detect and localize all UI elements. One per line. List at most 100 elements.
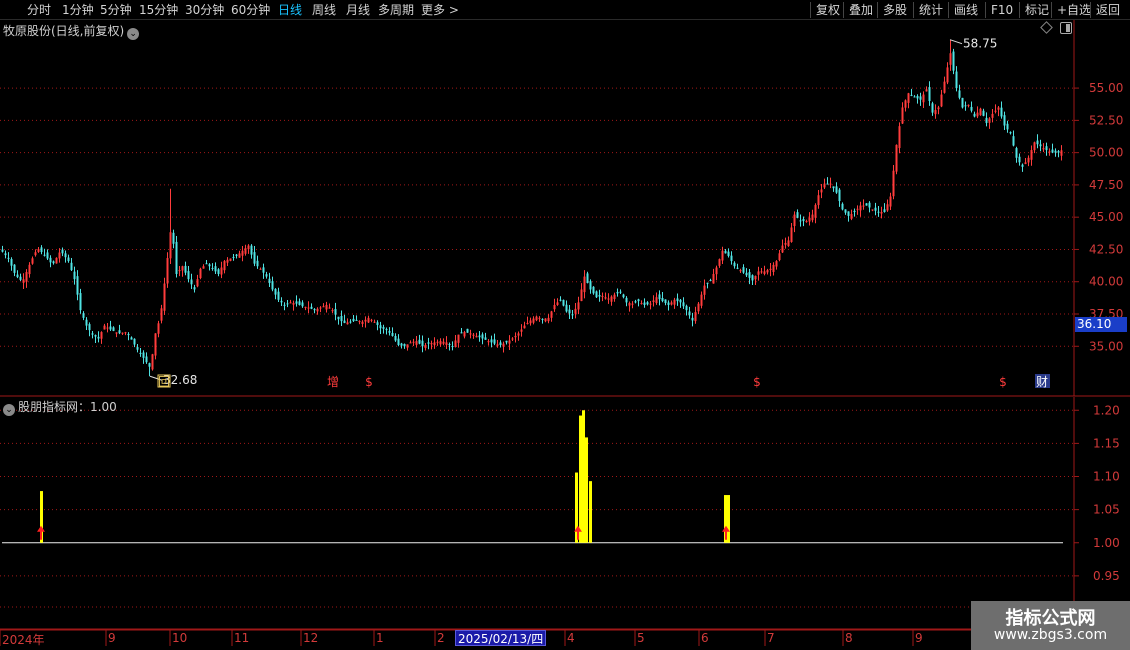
candle-body (325, 304, 328, 310)
period-tab-2[interactable]: 5分钟 (100, 2, 132, 18)
y-tick-label: 1.00 (1093, 536, 1120, 550)
indicator-chart[interactable]: 1.20 1.15 1.10 1.05 1.00 0.95 (0, 397, 1130, 630)
candlestick-chart[interactable]: 55.0052.5050.0047.5045.0042.5040.0037.50… (0, 20, 1130, 397)
toolbar-button-4[interactable]: 画线 (954, 2, 978, 18)
candle-body (757, 271, 760, 275)
candle-body (466, 328, 469, 333)
period-tab-5[interactable]: 60分钟 (231, 2, 270, 18)
signal-bar (582, 410, 585, 543)
candle-body (220, 267, 223, 275)
y-tick-label: 55.00 (1089, 81, 1123, 95)
candle-body (661, 298, 664, 302)
candle-body (520, 329, 523, 332)
candle-body (655, 297, 658, 304)
candle-body (103, 325, 106, 330)
candle-body (592, 286, 595, 294)
period-tab-7[interactable]: 周线 (312, 2, 336, 18)
candle-body (475, 335, 478, 338)
candle-body (943, 81, 946, 93)
period-tab-10[interactable]: 更多 > (421, 2, 459, 18)
candle-body (364, 319, 367, 322)
candle-body (211, 267, 214, 269)
candle-body (856, 208, 859, 210)
candle-body (607, 298, 610, 300)
candle-body (994, 110, 997, 112)
candle-body (160, 308, 163, 321)
candle-body (775, 261, 778, 267)
candle-body (310, 306, 313, 309)
toolbar-button-5[interactable]: F10 (991, 2, 1013, 18)
candle-body (598, 294, 601, 297)
candle-body (955, 71, 958, 89)
candle-body (280, 300, 283, 303)
candle-body (166, 258, 169, 284)
last-price-badge: 36.10 (1075, 317, 1127, 332)
indicator-panel[interactable]: 1.20 1.15 1.10 1.05 1.00 0.95 ⌄ 股朋指标网：1.00 (0, 397, 1130, 630)
candle-body (784, 243, 787, 245)
candle-body (739, 270, 742, 272)
toolbar-button-1[interactable]: 叠加 (849, 2, 873, 18)
toolbar-button-3[interactable]: 统计 (919, 2, 943, 18)
candle-body (196, 279, 199, 287)
candle-body (202, 266, 205, 269)
candle-body (304, 306, 307, 308)
candle-body (787, 240, 790, 247)
candle-body (865, 203, 868, 206)
period-tab-9[interactable]: 多周期 (378, 2, 414, 18)
toolbar-button-6[interactable]: 标记 (1025, 2, 1049, 18)
candle-body (61, 249, 64, 254)
candle-body (247, 245, 250, 250)
period-tab-3[interactable]: 15分钟 (139, 2, 178, 18)
candle-body (388, 331, 391, 333)
candle-body (910, 94, 913, 96)
candle-body (790, 227, 793, 242)
period-tab-1[interactable]: 1分钟 (62, 2, 94, 18)
period-tab-6[interactable]: 日线 (278, 2, 302, 18)
candle-body (730, 255, 733, 262)
candle-body (772, 264, 775, 272)
toolbar-button-2[interactable]: 多股 (883, 2, 907, 18)
candle-body (766, 270, 769, 273)
candle-body (754, 275, 757, 280)
candle-body (1039, 144, 1042, 147)
candle-body (964, 105, 967, 107)
candle-body (4, 253, 7, 256)
date-label: 8 (845, 631, 853, 645)
candle-body (412, 341, 415, 343)
candle-body (256, 260, 259, 267)
period-tab-0[interactable]: 分时 (27, 2, 51, 18)
candle-body (199, 268, 202, 279)
candle-body (997, 107, 1000, 110)
main-chart-panel[interactable]: 牧原股份(日线,前复权) ⌄ 55.00 52.50 50.00 47.50 45.00 4… (0, 20, 1130, 397)
event-marker: 回 (158, 375, 170, 389)
candle-body (1015, 148, 1018, 158)
toolbar-button-7[interactable]: +自选 (1057, 2, 1091, 18)
candle-body (1012, 136, 1015, 146)
candle-body (340, 315, 343, 322)
candle-body (952, 51, 955, 71)
toolbar-button-0[interactable]: 复权 (816, 2, 840, 18)
candle-body (169, 232, 172, 259)
candle-body (91, 333, 94, 335)
y-tick-label: 1.15 (1093, 436, 1120, 450)
candle-body (820, 189, 823, 193)
candle-body (115, 332, 118, 334)
candle-body (529, 320, 532, 324)
candle-body (508, 340, 511, 344)
candle-body (1000, 107, 1003, 117)
candle-body (463, 332, 466, 337)
period-tab-8[interactable]: 月线 (346, 2, 370, 18)
candle-body (715, 267, 718, 275)
signal-bar (727, 495, 730, 543)
candle-body (904, 100, 907, 108)
candle-body (448, 344, 451, 346)
toolbar-button-8[interactable]: 返回 (1096, 2, 1120, 18)
candle-body (406, 344, 409, 348)
candle-body (349, 321, 352, 323)
y-tick-label: 50.00 (1089, 146, 1123, 160)
indicator-title[interactable]: ⌄ 股朋指标网：1.00 (3, 398, 117, 416)
chevron-down-icon[interactable]: ⌄ (3, 404, 15, 416)
high-pointer (949, 39, 963, 45)
period-tab-4[interactable]: 30分钟 (185, 2, 224, 18)
candle-body (313, 309, 316, 311)
